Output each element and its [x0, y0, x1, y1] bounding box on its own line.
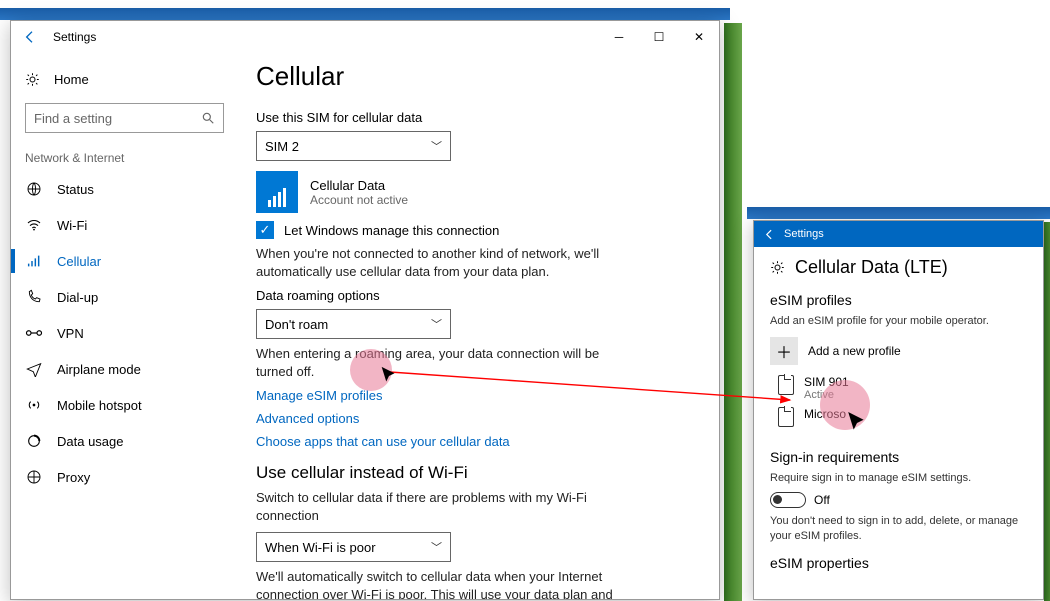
sim-card-icon: [778, 407, 794, 427]
sim-select[interactable]: SIM 2 ﹀: [256, 131, 451, 161]
add-profile-button[interactable]: ＋ Add a new profile: [770, 337, 1027, 365]
arrow-left-icon: [763, 228, 776, 241]
sim-card-icon: [778, 375, 794, 395]
minimize-button[interactable]: ─: [599, 21, 639, 53]
profiles-heading: eSIM profiles: [770, 292, 1027, 308]
cellular-icon: [25, 253, 43, 269]
instead-footer: We'll automatically switch to cellular d…: [256, 568, 626, 599]
search-icon: [201, 111, 215, 125]
back-button[interactable]: [11, 21, 49, 53]
window-title: Settings: [784, 228, 824, 240]
proxy-icon: [25, 469, 43, 485]
sidebar-item-wifi[interactable]: Wi-Fi: [11, 207, 236, 243]
gear-icon: [770, 260, 785, 275]
sidebar-item-hotspot[interactable]: Mobile hotspot: [11, 387, 236, 423]
roaming-select[interactable]: Don't roam ﹀: [256, 309, 451, 339]
sidebar-item-cellular[interactable]: Cellular: [11, 243, 236, 279]
search-placeholder: Find a setting: [34, 111, 201, 126]
desktop-strip: [747, 207, 1050, 219]
data-usage-icon: [25, 433, 43, 449]
desktop-strip: [0, 8, 730, 20]
sidebar: Home Find a setting Network & Internet S…: [11, 53, 236, 599]
plus-icon: ＋: [770, 337, 798, 365]
desktop-strip: [1044, 222, 1050, 601]
signin-toggle[interactable]: Off: [770, 492, 1027, 508]
window-title: Settings: [49, 30, 599, 44]
instead-heading: Use cellular instead of Wi-Fi: [256, 463, 691, 483]
chevron-down-icon: ﹀: [431, 138, 442, 154]
roaming-desc: When entering a roaming area, your data …: [256, 345, 626, 380]
titlebar: Settings ─ ☐ ✕: [11, 21, 719, 53]
manage-esim-link[interactable]: Manage eSIM profiles: [256, 388, 691, 403]
hotspot-icon: [25, 397, 43, 413]
cursor-icon: [844, 410, 870, 436]
wifi-icon: [25, 217, 43, 233]
esim-window: Settings Cellular Data (LTE) eSIM profil…: [753, 220, 1044, 600]
manage-connection-checkbox[interactable]: ✓ Let Windows manage this connection: [256, 221, 691, 239]
instead-select[interactable]: When Wi-Fi is poor ﹀: [256, 532, 451, 562]
sim-label: Use this SIM for cellular data: [256, 110, 691, 125]
maximize-button[interactable]: ☐: [639, 21, 679, 53]
globe-icon: [25, 181, 43, 197]
signin-heading: Sign-in requirements: [770, 449, 1027, 465]
sidebar-item-dialup[interactable]: Dial-up: [11, 279, 236, 315]
sidebar-item-status[interactable]: Status: [11, 171, 236, 207]
titlebar: Settings: [754, 221, 1043, 247]
chevron-down-icon: ﹀: [431, 316, 442, 332]
signin-footer: You don't need to sign in to add, delete…: [770, 514, 1027, 544]
instead-desc: Switch to cellular data if there are pro…: [256, 489, 626, 524]
choose-apps-link[interactable]: Choose apps that can use your cellular d…: [256, 434, 691, 449]
advanced-options-link[interactable]: Advanced options: [256, 411, 691, 426]
phone-icon: [25, 289, 43, 305]
desktop-strip: [724, 23, 742, 601]
roaming-label: Data roaming options: [256, 288, 691, 303]
vpn-icon: [25, 327, 43, 339]
settings-window: Settings ─ ☐ ✕ Home Find a setting Netwo…: [10, 20, 720, 600]
sidebar-category: Network & Internet: [11, 145, 236, 171]
cellular-tile[interactable]: Cellular Data Account not active: [256, 171, 691, 213]
close-button[interactable]: ✕: [679, 21, 719, 53]
page-title: Cellular: [256, 61, 691, 92]
cursor-icon: [378, 365, 400, 387]
sidebar-item-proxy[interactable]: Proxy: [11, 459, 236, 495]
gear-icon: [25, 72, 40, 87]
arrow-left-icon: [22, 29, 38, 45]
esim-profile-item[interactable]: Microso: [778, 407, 1027, 427]
sidebar-item-vpn[interactable]: VPN: [11, 315, 236, 351]
search-input[interactable]: Find a setting: [25, 103, 224, 133]
content-pane: Cellular Use this SIM for cellular data …: [236, 53, 719, 599]
airplane-icon: [25, 361, 43, 377]
signal-icon: [256, 171, 298, 213]
sidebar-item-datausage[interactable]: Data usage: [11, 423, 236, 459]
back-button[interactable]: [754, 228, 784, 241]
esim-properties-heading: eSIM properties: [770, 555, 1027, 571]
chevron-down-icon: ﹀: [431, 539, 442, 555]
signin-desc: Require sign in to manage eSIM settings.: [770, 471, 1027, 486]
sidebar-home-label: Home: [54, 72, 89, 87]
page-title: Cellular Data (LTE): [770, 257, 1027, 278]
toggle-off-icon: [770, 492, 806, 508]
esim-profile-item[interactable]: SIM 901 Active: [778, 375, 1027, 401]
manage-desc: When you're not connected to another kin…: [256, 245, 626, 280]
checkmark-icon: ✓: [256, 221, 274, 239]
sidebar-item-airplane[interactable]: Airplane mode: [11, 351, 236, 387]
profiles-sub: Add an eSIM profile for your mobile oper…: [770, 314, 1027, 329]
sidebar-home[interactable]: Home: [11, 61, 236, 97]
